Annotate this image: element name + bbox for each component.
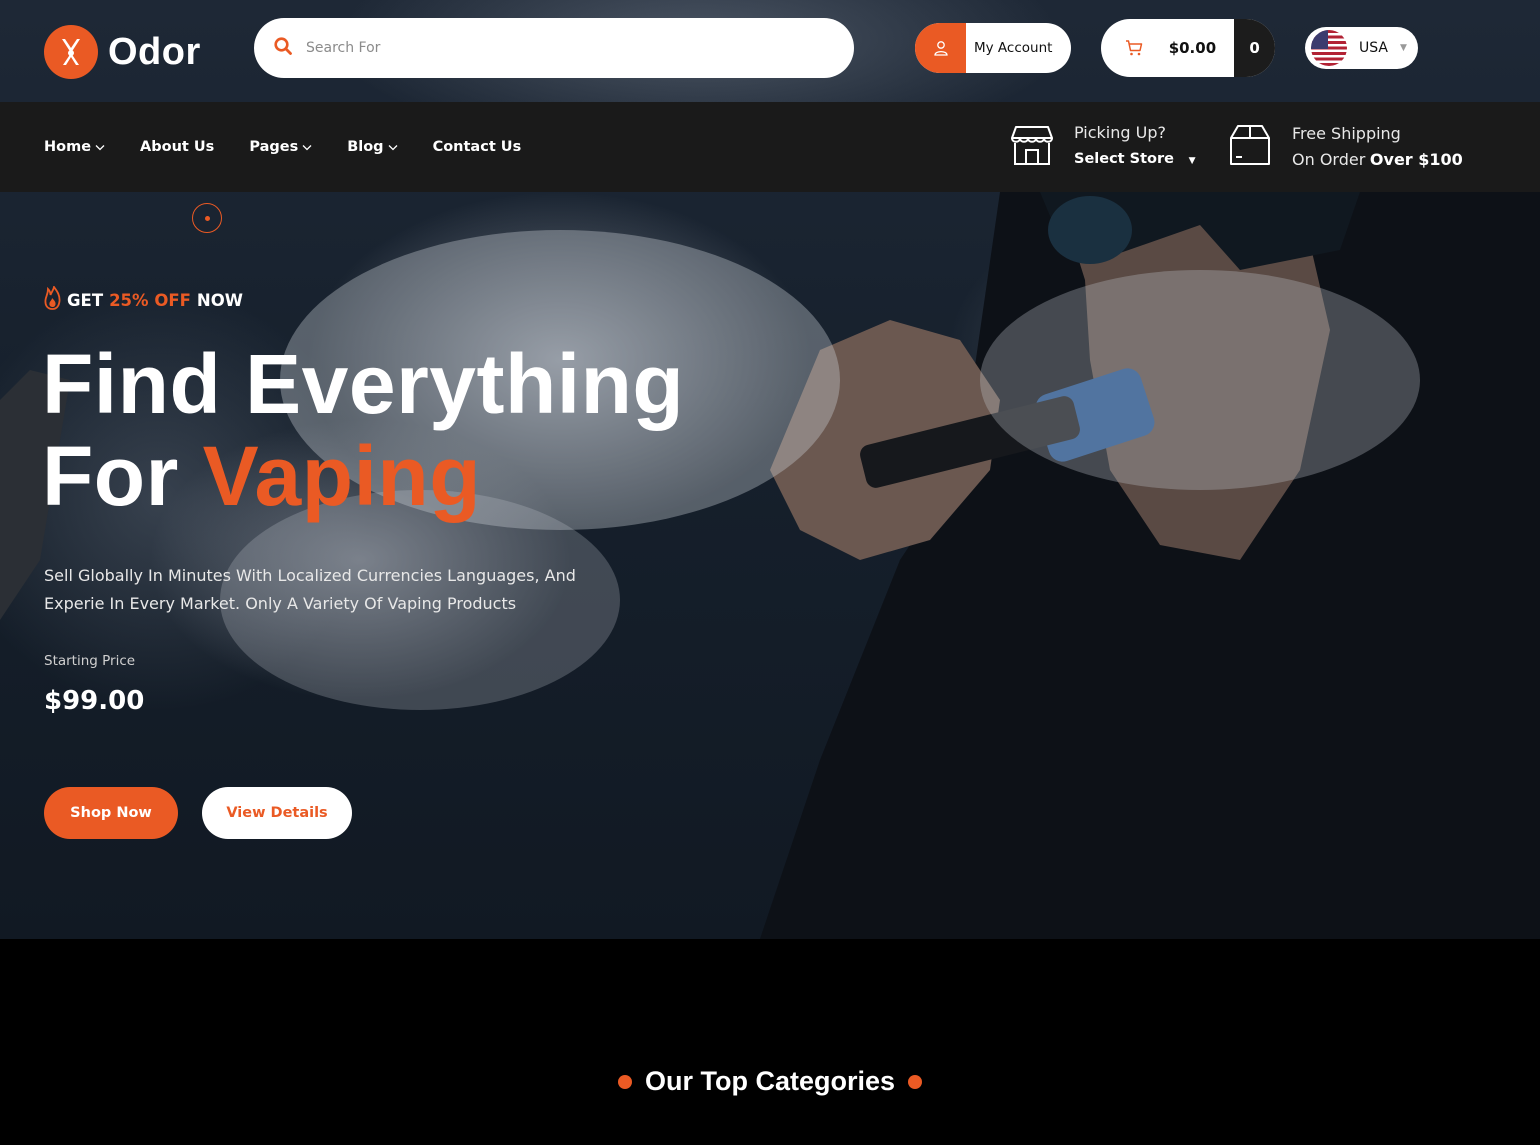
search-icon[interactable] — [274, 37, 292, 59]
nav-item-home[interactable]: Home — [44, 139, 105, 155]
promo-highlight: 25% OFF — [109, 290, 191, 310]
chevron-down-icon — [302, 139, 312, 155]
cart-icon — [1109, 40, 1159, 56]
chevron-down-icon — [388, 139, 398, 155]
chevron-down-icon — [95, 139, 105, 155]
my-account-label: My Account — [974, 40, 1053, 56]
logo[interactable]: Odor — [44, 25, 201, 79]
search-bar[interactable] — [254, 18, 854, 78]
hero-description: Sell Globally In Minutes With Localized … — [44, 566, 576, 613]
pickup-store-widget[interactable]: Picking Up? Select Store ▼ — [1010, 102, 1196, 192]
cart-count-badge: 0 — [1234, 19, 1275, 77]
categories-title-text: Our Top Categories — [644, 1066, 896, 1096]
starting-price-value: $99.00 — [44, 686, 145, 716]
slider-pagination-dot[interactable] — [192, 203, 222, 233]
cart-total: $0.00 — [1168, 39, 1217, 57]
shop-now-button[interactable]: Shop Now — [44, 787, 178, 839]
pickup-title: Picking Up? — [1074, 123, 1166, 142]
headline-line-1: Find Everything — [42, 337, 685, 431]
logo-icon — [44, 25, 98, 79]
currency-selector[interactable]: USA ▼ — [1305, 27, 1418, 69]
nav-item-about-us[interactable]: About Us — [140, 139, 214, 155]
usa-flag-icon — [1311, 30, 1347, 66]
shipping-title: Free Shipping — [1292, 123, 1401, 143]
title-dot-left — [617, 1074, 632, 1089]
store-icon — [1010, 123, 1054, 171]
categories-section-title: Our Top Categories — [0, 1066, 1540, 1097]
logo-text: Odor — [108, 30, 201, 73]
user-icon — [915, 23, 966, 73]
caret-down-icon: ▼ — [1188, 156, 1196, 166]
cart-button[interactable]: $0.00 0 — [1101, 19, 1275, 77]
starting-price-label: Starting Price — [44, 653, 136, 669]
my-account-button[interactable]: My Account — [915, 23, 1071, 73]
nav-item-blog[interactable]: Blog — [347, 139, 398, 155]
select-store-dropdown[interactable]: Select Store ▼ — [1074, 146, 1196, 174]
chevron-down-icon: ▼ — [1399, 43, 1407, 53]
top-header: Odor My Account $0.00 0 — [0, 0, 1540, 102]
promo-tagline: GET 25% OFF NOW — [44, 284, 243, 314]
currency-label: USA — [1359, 40, 1388, 56]
title-dot-right — [908, 1074, 923, 1089]
view-details-button[interactable]: View Details — [202, 787, 352, 839]
headline-line-2-prefix: For — [42, 429, 179, 523]
nav-menu: Home About Us Pages Blog Contact Us — [44, 102, 556, 192]
shipping-condition: On Order Over $100 — [1292, 149, 1463, 169]
package-box-icon — [1228, 123, 1272, 171]
promo-prefix: GET — [67, 290, 104, 310]
flame-icon — [44, 284, 61, 314]
nav-item-pages[interactable]: Pages — [249, 139, 312, 155]
promo-suffix: NOW — [196, 290, 243, 310]
hero-headline: Find Everything For Vaping — [42, 338, 802, 522]
nav-item-contact-us[interactable]: Contact Us — [433, 139, 522, 155]
headline-accent-word: Vaping — [202, 429, 482, 523]
search-input[interactable] — [306, 40, 806, 56]
main-navigation: Home About Us Pages Blog Contact Us Pick… — [0, 102, 1540, 192]
free-shipping-widget: Free Shipping On Order Over $100 — [1228, 102, 1463, 192]
